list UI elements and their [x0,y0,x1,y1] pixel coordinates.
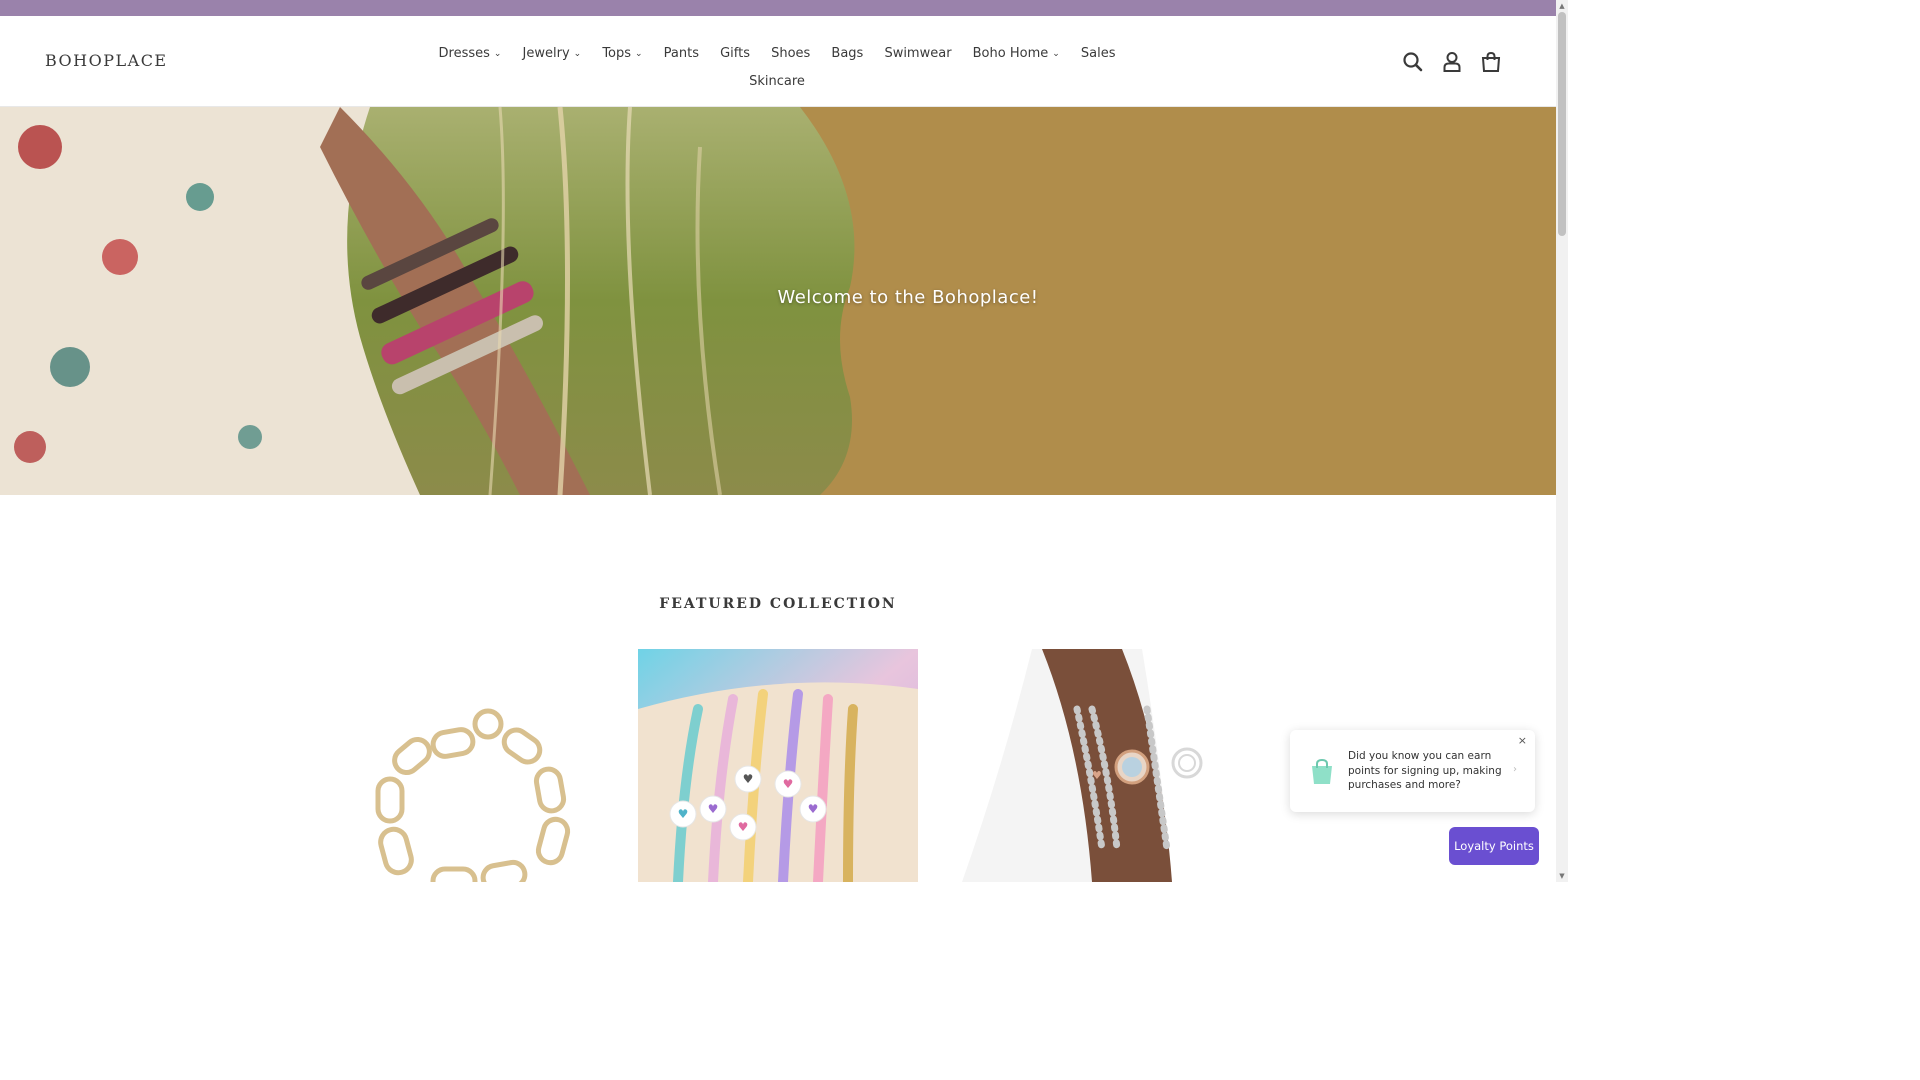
search-icon[interactable] [1400,49,1426,75]
svg-text:♥: ♥ [738,820,749,834]
nav-label: Dresses [438,46,490,61]
product-image: ♥ [942,649,1222,882]
shopping-bag-icon [1312,758,1332,784]
scroll-down-icon[interactable]: ▼ [1556,870,1568,882]
nav-item-bags[interactable]: Bags [831,42,863,67]
chevron-down-icon: ⌄ [635,49,643,59]
product-card-watch-bracelet-set[interactable]: ♥ [942,649,1222,882]
nav-item-sales[interactable]: Sales [1081,42,1116,67]
nav-item-gifts[interactable]: Gifts [720,42,750,67]
announcement-bar [0,0,1556,16]
scroll-up-icon[interactable]: ▲ [1556,0,1568,12]
svg-text:♥: ♥ [808,802,819,816]
nav-item-boho-home[interactable]: Boho Home ⌄ [973,42,1060,68]
site-logo[interactable]: BOHOPLACE [45,51,168,70]
close-icon[interactable]: × [1518,734,1527,747]
svg-text:♥: ♥ [708,802,719,816]
scrollbar[interactable]: ▲ ▼ [1556,0,1568,882]
loyalty-points-button[interactable]: Loyalty Points [1449,827,1539,865]
product-image [333,649,613,882]
page: BOHOPLACE Dresses ⌄ Jewelry ⌄ Tops ⌄ Pants … [0,0,1568,882]
nav-item-dresses[interactable]: Dresses ⌄ [439,42,502,68]
featured-collection-title: FEATURED COLLECTION [659,595,897,612]
chevron-down-icon: ⌄ [493,49,502,59]
chevron-down-icon: ⌄ [1052,49,1060,59]
product-image: ♥ ♥ ♥ ♥ ♥ ♥ [638,649,918,882]
svg-text:♥: ♥ [743,772,754,786]
loyalty-popup[interactable]: Did you know you can earn points for sig… [1290,730,1535,812]
hero-title: Welcome to the Bohoplace! [777,287,1039,308]
chevron-down-icon: ⌄ [573,49,582,59]
nav-item-shoes[interactable]: Shoes [771,42,810,67]
chevron-right-icon: › [1513,764,1517,775]
nav-label: Tops [602,46,632,61]
nav-item-tops[interactable]: Tops ⌄ [602,42,642,68]
nav-item-pants[interactable]: Pants [664,42,699,67]
svg-text:♥: ♥ [1092,769,1102,782]
nav-item-swimwear[interactable]: Swimwear [884,42,951,67]
nav-label: Jewelry [522,46,570,61]
main-nav: Dresses ⌄ Jewelry ⌄ Tops ⌄ Pants Gifts Shoe… [420,40,1134,94]
svg-text:♥: ♥ [678,807,689,821]
site-header: BOHOPLACE Dresses ⌄ Jewelry ⌄ Tops ⌄ Pants … [0,16,1556,107]
nav-label: Boho Home [972,46,1049,61]
nav-item-skincare[interactable]: Skincare [749,70,805,95]
nav-item-jewelry[interactable]: Jewelry ⌄ [523,42,582,68]
cart-icon[interactable] [1478,49,1504,75]
svg-text:♥: ♥ [783,777,794,791]
account-icon[interactable] [1439,49,1465,75]
product-card-heart-bracelets[interactable]: ♥ ♥ ♥ ♥ ♥ ♥ [638,649,918,882]
scrollbar-thumb[interactable] [1558,12,1566,236]
product-card-chain-bracelet[interactable] [333,649,613,882]
hero-banner: Welcome to the Bohoplace! [0,107,1556,495]
loyalty-popup-text: Did you know you can earn points for sig… [1348,750,1502,791]
